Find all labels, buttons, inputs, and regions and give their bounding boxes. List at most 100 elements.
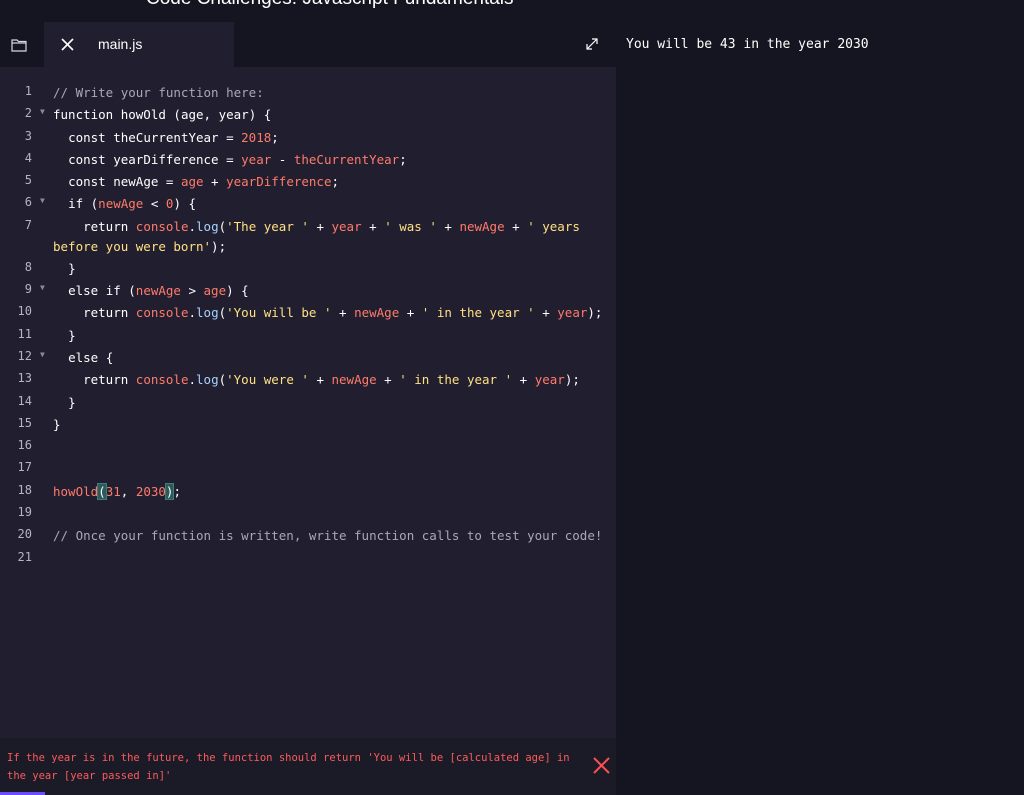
code-token: year	[534, 372, 565, 388]
console-output: You will be 43 in the year 2030	[626, 37, 869, 52]
code-token: .	[188, 218, 197, 234]
code-line[interactable]: 14 }	[0, 390, 616, 412]
code-token: <	[143, 196, 166, 212]
code-text: return console.log('You will be ' + newA…	[53, 303, 608, 323]
code-line[interactable]: 13 return console.log('You were ' + newA…	[0, 367, 616, 389]
code-text: const yearDifference = year - theCurrent…	[53, 150, 608, 170]
line-number: 11	[17, 326, 32, 341]
code-text: else if (newAge > age) {	[53, 281, 608, 301]
line-number: 17	[17, 460, 32, 475]
line-number: 12	[17, 348, 32, 363]
line-number: 10	[17, 304, 32, 319]
code-line[interactable]: 18 howOld(31, 2030);	[0, 479, 616, 501]
code-line[interactable]: 12 ▼ else {	[0, 345, 616, 367]
code-line[interactable]: 8 }	[0, 256, 616, 278]
code-token: );	[587, 305, 603, 321]
code-token: ) {	[226, 283, 249, 299]
code-token: ,	[120, 483, 136, 499]
line-number: 19	[17, 505, 32, 520]
fold-arrow-icon[interactable]: ▼	[40, 283, 45, 292]
code-token: ' in the year '	[421, 305, 535, 321]
code-line[interactable]: 11 }	[0, 323, 616, 345]
code-line[interactable]: 21	[0, 546, 616, 568]
code-token: .	[188, 372, 197, 388]
code-token: const	[53, 129, 114, 145]
fold-arrow-icon[interactable]: ▼	[40, 107, 45, 116]
code-token: 31	[105, 483, 121, 499]
code-text: }	[53, 259, 608, 279]
code-text: if (newAge < 0) {	[53, 194, 608, 214]
code-text: }	[53, 326, 608, 346]
tab-main-js[interactable]: main.js	[44, 22, 234, 67]
code-line[interactable]: 20 // Once your function is written, writ…	[0, 523, 616, 545]
code-line[interactable]: 17	[0, 456, 616, 478]
code-token: (	[218, 372, 227, 388]
code-token: year	[331, 218, 362, 234]
code-lines[interactable]: 1 // Write your function here: 2 ▼ function …	[0, 80, 616, 568]
close-icon[interactable]	[61, 38, 74, 51]
code-token: age	[180, 107, 204, 123]
code-token: (	[97, 482, 107, 500]
code-token: (	[218, 305, 227, 321]
code-token: 'You were '	[226, 372, 309, 388]
fold-arrow-icon[interactable]: ▼	[40, 196, 45, 205]
code-line[interactable]: 5 const newAge = age + yearDifference;	[0, 169, 616, 191]
line-number: 14	[17, 393, 32, 408]
editor-tabbar: main.js	[0, 22, 616, 67]
fold-arrow-icon[interactable]: ▼	[40, 350, 45, 359]
code-line[interactable]: 2 ▼ function howOld (age, year) {	[0, 102, 616, 124]
code-token: 2030	[135, 483, 166, 499]
code-token: newAge	[98, 196, 144, 212]
code-token: +	[399, 305, 422, 321]
code-token: -	[271, 151, 294, 167]
code-line[interactable]: 7 return console.log('The year ' + year …	[0, 214, 616, 256]
x-icon	[593, 757, 610, 774]
code-token: =	[218, 129, 242, 145]
code-token: log	[196, 305, 219, 321]
code-token: return	[53, 372, 136, 388]
code-token: // Once your function is written, write …	[53, 528, 603, 544]
expand-icon[interactable]	[585, 37, 599, 51]
code-token: +	[504, 218, 528, 234]
code-token: .	[188, 305, 197, 321]
code-token: yearDifference	[113, 151, 219, 167]
code-line[interactable]: 10 return console.log('You will be ' + n…	[0, 300, 616, 322]
code-token: }	[53, 327, 76, 343]
code-token: ) {	[248, 107, 272, 123]
code-token: age	[180, 174, 204, 190]
code-token: }	[53, 260, 76, 276]
code-token: // Write your function here:	[53, 85, 264, 100]
code-line[interactable]: 15}	[0, 412, 616, 434]
code-token: year	[218, 107, 249, 123]
code-token: console	[135, 218, 189, 234]
code-token: log	[196, 218, 219, 234]
code-token: newAge	[135, 283, 181, 299]
code-token: >	[180, 283, 204, 299]
code-token: 2018	[241, 129, 272, 145]
code-token: }	[53, 394, 76, 410]
code-token: 'You will be '	[226, 305, 332, 321]
code-line[interactable]: 6 ▼ if (newAge < 0) {	[0, 191, 616, 213]
code-token: +	[308, 372, 332, 388]
code-token: newAge	[113, 174, 159, 190]
code-line[interactable]: 9 ▼ else if (newAge > age) {	[0, 278, 616, 300]
code-line[interactable]: 16	[0, 434, 616, 456]
line-number: 13	[17, 371, 32, 386]
code-token: function	[53, 107, 121, 123]
code-token: yearDifference	[226, 174, 332, 190]
code-text: // Write your function here:	[53, 83, 608, 103]
line-number: 8	[24, 259, 32, 274]
code-token: ;	[399, 151, 407, 167]
code-token: +	[203, 174, 227, 190]
code-text: }	[53, 393, 608, 413]
code-line[interactable]: 19	[0, 501, 616, 523]
code-line[interactable]: 4 const yearDifference = year - theCurre…	[0, 147, 616, 169]
folder-icon[interactable]	[11, 38, 27, 52]
code-line[interactable]: 1 // Write your function here:	[0, 80, 616, 102]
code-text: const newAge = age + yearDifference;	[53, 172, 608, 192]
line-number: 9	[24, 282, 32, 297]
code-line[interactable]: 3 const theCurrentYear = 2018;	[0, 125, 616, 147]
line-number: 3	[24, 128, 32, 143]
code-token: 'The year '	[226, 218, 309, 234]
code-token: theCurrentYear	[293, 151, 400, 167]
